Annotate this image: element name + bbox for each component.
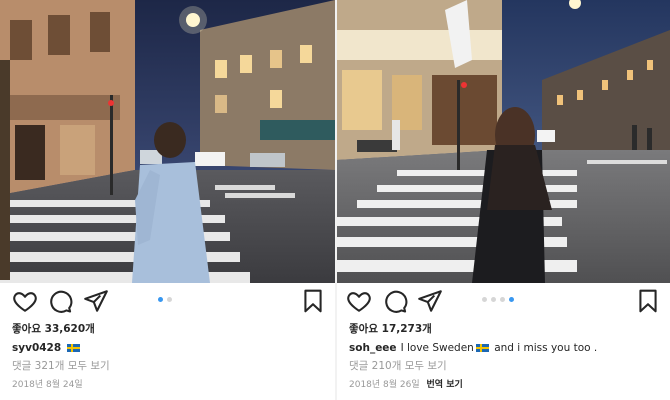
carousel-dot <box>482 297 487 302</box>
comment-icon[interactable] <box>382 288 408 314</box>
post-photo-left[interactable] <box>0 0 335 283</box>
caption-text: I love Sweden <box>400 342 474 354</box>
post-caption: soh_eee I love Sweden and i miss you too … <box>349 341 662 355</box>
likes-count[interactable]: 좋아요 33,620개 <box>12 322 327 336</box>
sweden-flag-icon <box>475 344 489 352</box>
bookmark-icon[interactable] <box>635 288 661 314</box>
carousel-dot <box>509 297 514 302</box>
carousel-dot <box>158 297 163 302</box>
heart-icon[interactable] <box>346 288 372 314</box>
heart-icon[interactable] <box>12 288 38 314</box>
share-icon[interactable] <box>83 288 109 314</box>
comment-icon[interactable] <box>47 288 73 314</box>
username-link[interactable]: syv0428 <box>12 342 61 354</box>
view-all-comments-link[interactable]: 댓글 210개 모두 보기 <box>349 359 662 373</box>
carousel-indicator <box>482 297 514 302</box>
caption-text-continued: and i miss you too . <box>494 342 598 354</box>
carousel-dot <box>167 297 172 302</box>
sweden-flag-icon <box>67 344 81 352</box>
bookmark-icon[interactable] <box>300 288 326 314</box>
post-actions-left <box>0 288 335 316</box>
view-all-comments-link[interactable]: 댓글 321개 모두 보기 <box>12 359 327 373</box>
likes-count[interactable]: 좋아요 17,273개 <box>349 322 662 336</box>
instagram-post-right: 좋아요 17,273개 soh_eee I love Sweden and i m… <box>337 0 670 400</box>
instagram-post-left: 좋아요 33,620개 syv0428 댓글 321개 모두 보기 2018년 … <box>0 0 335 400</box>
street-night-photo-left <box>0 0 335 283</box>
post-date: 2018년 8월 26일 <box>349 380 420 390</box>
post-photo-right[interactable] <box>337 0 670 283</box>
post-actions-right <box>337 288 670 316</box>
carousel-indicator <box>158 297 172 302</box>
see-translation-link[interactable]: 번역 보기 <box>427 380 463 390</box>
post-date: 2018년 8월 24일 <box>12 380 83 390</box>
carousel-dot <box>491 297 496 302</box>
post-date-row: 2018년 8월 26일 번역 보기 <box>349 378 662 392</box>
share-icon[interactable] <box>417 288 443 314</box>
username-link[interactable]: soh_eee <box>349 342 397 354</box>
carousel-dot <box>500 297 505 302</box>
post-caption: syv0428 <box>12 341 327 355</box>
street-night-photo-right <box>337 0 670 283</box>
